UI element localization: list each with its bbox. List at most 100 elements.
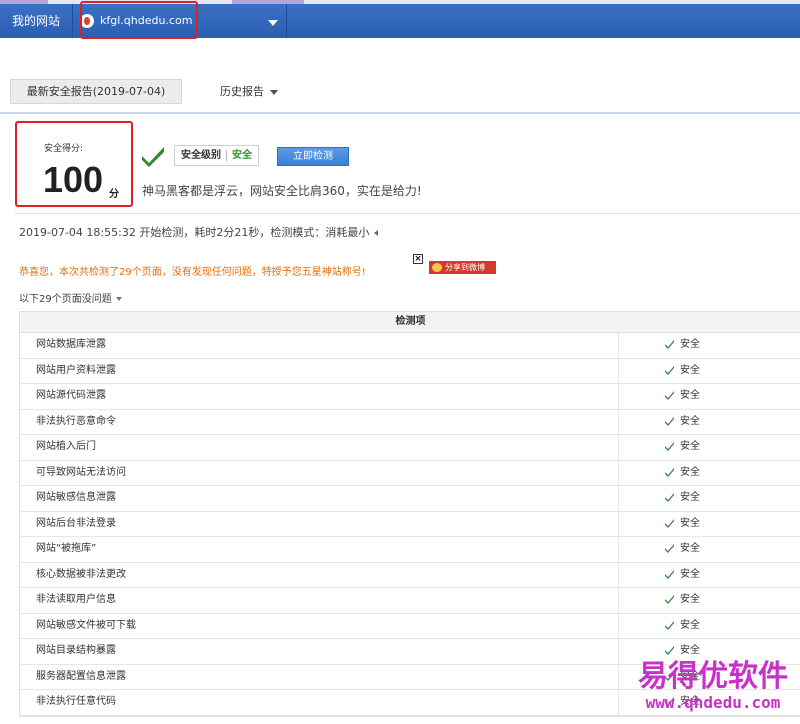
check-icon [665,416,674,426]
scan-info: 2019-07-04 18:55:32 开始检测，耗时2分21秒，检测模式：消耗… [19,224,379,240]
status-text: 安全 [680,619,700,631]
column-divider [618,384,619,409]
table-row: 非法执行恶意命令 安全 [20,409,800,435]
chevron-down-icon[interactable] [268,20,278,26]
score-panel: 安全得分: 100 分 [15,121,133,207]
highlight-box [80,1,198,39]
security-level-value: 安全 [232,150,252,161]
column-divider [618,486,619,511]
check-item-name: 非法执行任意代码 [36,696,116,707]
check-item-status: 安全 [664,486,700,510]
check-item-status: 安全 [664,563,700,587]
check-icon [665,518,674,528]
expand-arrow-icon[interactable] [374,230,379,236]
column-divider [618,639,619,664]
watermark-name: 易得优软件 [638,659,788,694]
status-text: 安全 [680,594,700,605]
results-table: 检测项 网站数据库泄露 安全 网站用户资料泄露 安全 网站源代码泄露 安全 非法执行恶意命令… [19,311,800,717]
check-item-name: 网站后台非法登录 [36,517,116,529]
tab-latest-report[interactable]: 最新安全报告(2019-07-04) [10,79,182,104]
check-item-name: 可导致网站无法访问 [36,466,126,478]
table-row: 网站数据库泄露 安全 [20,333,800,359]
check-item-status: 安全 [664,359,700,383]
check-item-status: 安全 [664,512,700,536]
check-item-status: 安全 [664,333,700,357]
column-divider [618,588,619,613]
column-divider [618,409,619,434]
status-text: 安全 [680,441,700,452]
check-icon [665,595,674,604]
column-divider [618,460,619,485]
check-icon [665,391,674,400]
status-text: 安全 [680,339,700,350]
badge-divider [226,149,227,161]
check-icon [665,442,674,451]
close-icon[interactable]: × [413,254,423,264]
table-header: 检测项 [20,312,800,333]
check-item-name: 非法执行恶意命令 [36,415,116,427]
check-item-status: 安全 [664,588,700,612]
caret-down-icon [115,297,122,301]
check-item-status: 安全 [664,435,700,459]
table-row: 核心数据被非法更改 安全 [20,562,800,588]
score-unit: 分 [109,189,119,200]
status-text: 安全 [680,415,700,427]
column-divider [618,562,619,587]
check-icon [665,493,674,502]
my-sites-link[interactable]: 我的网站 [0,4,73,38]
check-item-status: 安全 [664,410,700,434]
check-item-name: 网站“被拖库” [36,543,97,554]
weibo-icon [432,263,442,272]
column-divider [618,435,619,460]
watermark: 易得优软件 www.qhdedu.com [626,660,800,712]
status-text: 安全 [680,364,700,376]
watermark-url: www.qhdedu.com [645,693,781,712]
check-item-name: 网站源代码泄露 [36,390,106,401]
status-text: 安全 [680,645,700,656]
check-item-status: 安全 [664,461,700,485]
column-divider [618,690,619,715]
table-row: 可导致网站无法访问 安全 [20,460,800,486]
check-item-status: 安全 [664,537,700,561]
congrats-message: 恭喜您，本次共检测了29个页面，没有发现任何问题，特授予您五星神站称号! [19,267,366,278]
table-row: 非法读取用户信息 安全 [20,588,800,614]
column-divider [618,358,619,383]
check-item-name: 网站目录结构暴露 [36,645,116,656]
table-row: 网站源代码泄露 安全 [20,384,800,410]
status-text: 安全 [680,568,700,580]
check-icon [665,365,674,375]
tab-history-report[interactable]: 历史报告 [220,79,278,104]
scan-now-button[interactable]: 立即检测 [277,147,349,166]
share-weibo-button[interactable]: 分享到微博 [429,261,496,274]
share-label: 分享到微博 [445,263,485,272]
column-divider [618,333,619,358]
section-divider [14,213,800,214]
status-text: 安全 [680,492,700,503]
table-row: 网站用户资料泄露 安全 [20,358,800,384]
column-divider [618,613,619,638]
check-icon [665,569,674,579]
status-text: 安全 [680,466,700,478]
score-value: 100 [43,159,104,200]
status-text: 安全 [680,390,700,401]
table-row: 网站敏感信息泄露 安全 [20,486,800,512]
table-row: 网站植入后门 安全 [20,435,800,461]
slogan-text: 神马黑客都是浮云，网站安全比肩360，实在是给力! [142,184,422,198]
table-row: 网站后台非法登录 安全 [20,511,800,537]
check-item-name: 网站用户资料泄露 [36,364,116,376]
check-item-status: 安全 [664,384,700,408]
score-label: 安全得分: [44,144,84,154]
status-text: 安全 [680,517,700,529]
pages-summary-text: 以下29个页面没问题 [19,294,112,305]
check-item-name: 网站数据库泄露 [36,339,106,350]
security-level-label: 安全级别 [181,150,221,161]
pages-summary-toggle[interactable]: 以下29个页面没问题 [19,290,122,305]
check-icon [665,646,674,655]
scan-info-text: 2019-07-04 18:55:32 开始检测，耗时2分21秒，检测模式：消耗… [19,226,370,239]
tab-history-label: 历史报告 [220,85,264,98]
check-icon [665,620,674,630]
security-level-badge: 安全级别 安全 [174,145,259,166]
check-item-status: 安全 [664,614,700,638]
check-icon [142,147,164,167]
check-item-name: 网站敏感文件被可下载 [36,619,136,631]
